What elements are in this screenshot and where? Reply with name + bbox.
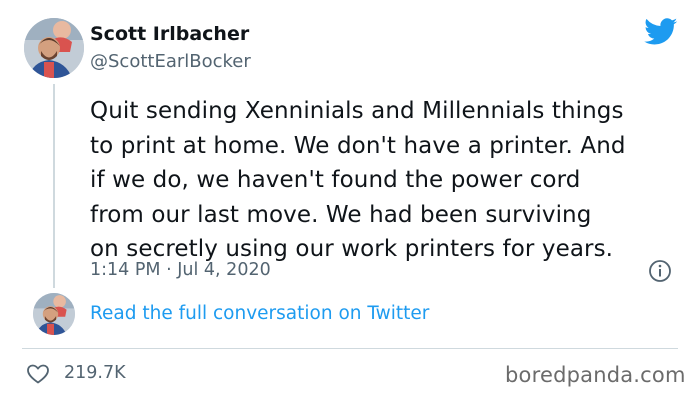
- thread-line: [53, 84, 55, 288]
- like-count: 219.7K: [64, 363, 126, 383]
- read-conversation-link[interactable]: Read the full conversation on Twitter: [90, 303, 429, 324]
- twitter-bird-icon[interactable]: [644, 18, 678, 46]
- tweet-time: 1:14 PM: [90, 260, 161, 280]
- tweet-date: Jul 4, 2020: [177, 260, 271, 280]
- tweet-text: Quit sending Xenninials and Millennials …: [90, 98, 626, 262]
- avatar-photo-icon: [33, 293, 75, 335]
- author-display-name[interactable]: Scott Irlbacher: [90, 23, 249, 45]
- conversation-avatar[interactable]: [33, 293, 75, 335]
- tweet-timestamp[interactable]: 1:14 PM · Jul 4, 2020: [90, 260, 271, 280]
- watermark: boredpanda.com: [505, 363, 686, 387]
- author-avatar[interactable]: [24, 18, 84, 78]
- avatar-photo-icon: [24, 18, 84, 78]
- author-handle[interactable]: @ScottEarlBocker: [90, 51, 251, 72]
- divider: [22, 348, 678, 349]
- timestamp-separator: ·: [166, 260, 172, 280]
- heart-icon[interactable]: [26, 362, 50, 386]
- info-icon[interactable]: [648, 259, 672, 283]
